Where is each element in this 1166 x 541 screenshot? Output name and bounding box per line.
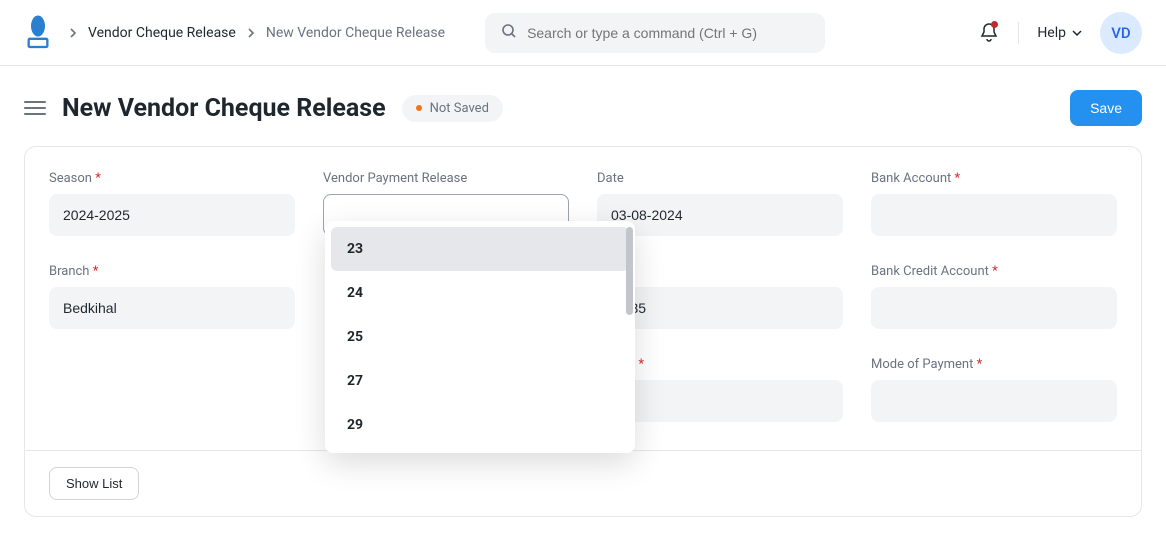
page-title: New Vendor Cheque Release [62, 94, 386, 123]
field-bank-account: Bank Account * [871, 171, 1117, 236]
field-bank-credit-account: Bank Credit Account * [871, 264, 1117, 329]
status-badge: Not Saved [402, 95, 503, 122]
status-dot-icon [416, 105, 422, 111]
chevron-down-icon [1072, 30, 1082, 36]
input-branch[interactable] [49, 287, 295, 329]
breadcrumb-parent[interactable]: Vendor Cheque Release [88, 25, 236, 41]
page-header: New Vendor Cheque Release Not Saved Save [24, 90, 1142, 126]
dropdown-scrollbar[interactable] [626, 227, 633, 315]
top-bar: Vendor Cheque Release New Vendor Cheque … [0, 0, 1166, 66]
page-body: New Vendor Cheque Release Not Saved Save… [0, 66, 1166, 541]
input-bank-credit-account[interactable] [871, 287, 1117, 329]
field-mode-of-payment: Mode of Payment * [871, 357, 1117, 422]
chevron-right-icon [68, 28, 78, 38]
help-label: Help [1037, 25, 1066, 41]
dropdown-option[interactable]: 25 [331, 315, 629, 359]
divider [1018, 22, 1019, 44]
chevron-right-icon [246, 28, 256, 38]
search-bar[interactable] [485, 13, 825, 53]
dropdown-option[interactable]: 29 [331, 403, 629, 447]
card-footer: Show List [25, 450, 1141, 516]
dropdown-option[interactable]: 23 [331, 227, 629, 271]
field-branch: Branch * [49, 264, 295, 329]
sidebar-toggle[interactable] [24, 97, 46, 119]
label-branch: Branch * [49, 264, 295, 279]
show-list-button[interactable]: Show List [49, 467, 139, 500]
notifications-button[interactable] [978, 22, 1000, 44]
form-card: Season * Vendor Payment Release Date Ban… [24, 146, 1142, 517]
input-bank-account[interactable] [871, 194, 1117, 236]
field-season: Season * [49, 171, 295, 236]
notification-dot [991, 21, 998, 28]
save-button[interactable]: Save [1070, 90, 1142, 126]
label-bank-credit-account: Bank Credit Account * [871, 264, 1117, 279]
status-text: Not Saved [430, 101, 489, 116]
breadcrumb-current: New Vendor Cheque Release [266, 25, 445, 41]
input-mode-of-payment[interactable] [871, 380, 1117, 422]
dropdown-option[interactable]: 27 [331, 359, 629, 403]
label-date: Date [597, 171, 843, 186]
label-season: Season * [49, 171, 295, 186]
search-icon [501, 23, 517, 43]
label-vendor-payment-release: Vendor Payment Release [323, 171, 569, 186]
help-menu[interactable]: Help [1037, 25, 1082, 41]
search-input[interactable] [527, 25, 809, 41]
topbar-actions: Help VD [978, 12, 1142, 54]
avatar[interactable]: VD [1100, 12, 1142, 54]
vendor-payment-release-dropdown[interactable]: 23 24 25 27 29 [325, 221, 635, 453]
breadcrumb: Vendor Cheque Release New Vendor Cheque … [68, 25, 445, 41]
dropdown-option[interactable]: 24 [331, 271, 629, 315]
input-season[interactable] [49, 194, 295, 236]
app-logo[interactable] [24, 13, 52, 53]
label-bank-account: Bank Account * [871, 171, 1117, 186]
label-mode-of-payment: Mode of Payment * [871, 357, 1117, 372]
